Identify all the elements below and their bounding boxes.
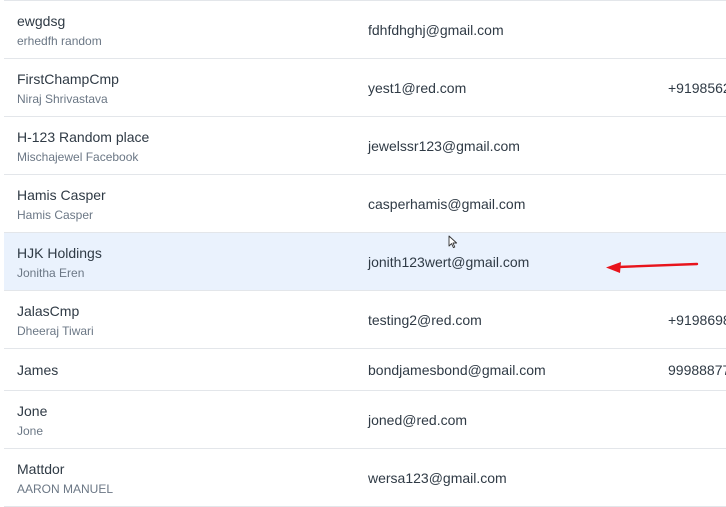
- row-contact-person: erhedfh random: [17, 34, 102, 48]
- row-name-cell: HJK Holdings Jonitha Eren: [17, 245, 102, 280]
- row-name-cell: ewgdsg erhedfh random: [17, 13, 102, 48]
- row-name: HJK Holdings: [17, 245, 102, 261]
- table-row[interactable]: H-123 Random place Mischajewel Facebook …: [4, 117, 726, 175]
- contacts-table: ewgdsg erhedfh random fdhfdhghj@gmail.co…: [4, 0, 726, 507]
- row-name: James: [17, 362, 59, 378]
- row-email: jewelssr123@gmail.com: [368, 138, 520, 154]
- row-name: Jone: [17, 403, 48, 419]
- row-email: jonith123wert@gmail.com: [368, 254, 530, 270]
- row-email: testing2@red.com: [368, 312, 482, 328]
- row-name: FirstChampCmp: [17, 71, 119, 87]
- row-phone: +9198562: [668, 80, 726, 96]
- table-row[interactable]: ewgdsg erhedfh random fdhfdhghj@gmail.co…: [4, 1, 726, 59]
- table-row[interactable]: JalasCmp Dheeraj Tiwari testing2@red.com…: [4, 291, 726, 349]
- row-name-cell: H-123 Random place Mischajewel Facebook: [17, 129, 149, 164]
- row-name-cell: James: [17, 362, 58, 378]
- row-name: Mattdor: [17, 461, 65, 477]
- row-email: joned@red.com: [368, 412, 468, 428]
- row-name-cell: FirstChampCmp Niraj Shrivastava: [17, 71, 119, 106]
- row-name: ewgdsg: [17, 13, 66, 29]
- row-contact-person: Jonitha Eren: [17, 266, 85, 280]
- table-row[interactable]: James bondjamesbond@gmail.com 99988877: [4, 349, 726, 391]
- row-email: fdhfdhghj@gmail.com: [368, 22, 504, 38]
- row-name-cell: Hamis Casper Hamis Casper: [17, 187, 106, 222]
- mouse-pointer-icon: [448, 235, 458, 249]
- row-phone: 99988877: [668, 362, 726, 378]
- table-row[interactable]: FirstChampCmp Niraj Shrivastava yest1@re…: [4, 59, 726, 117]
- row-name: H-123 Random place: [17, 129, 150, 145]
- row-phone: +9198698: [668, 312, 726, 328]
- row-name-cell: JalasCmp Dheeraj Tiwari: [17, 303, 94, 338]
- row-name: JalasCmp: [17, 303, 80, 319]
- table-row[interactable]: Mattdor AARON MANUEL wersa123@gmail.com: [4, 449, 726, 507]
- row-contact-person: Niraj Shrivastava: [17, 92, 108, 106]
- row-contact-person: Mischajewel Facebook: [17, 150, 139, 164]
- red-arrow-annotation-icon: [606, 262, 699, 273]
- table-row[interactable]: Hamis Casper Hamis Casper casperhamis@gm…: [4, 175, 726, 233]
- row-email: bondjamesbond@gmail.com: [368, 362, 546, 378]
- row-contact-person: AARON MANUEL: [17, 482, 114, 496]
- table-row[interactable]: Jone Jone joned@red.com: [4, 391, 726, 449]
- row-email: yest1@red.com: [368, 80, 467, 96]
- row-email: wersa123@gmail.com: [368, 470, 507, 486]
- row-name-cell: Jone Jone: [17, 403, 47, 438]
- row-name: Hamis Casper: [17, 187, 106, 203]
- row-email: casperhamis@gmail.com: [368, 196, 526, 212]
- row-contact-person: Dheeraj Tiwari: [17, 324, 94, 338]
- row-contact-person: Hamis Casper: [17, 208, 94, 222]
- row-contact-person: Jone: [17, 424, 44, 438]
- row-name-cell: Mattdor AARON MANUEL: [17, 461, 113, 496]
